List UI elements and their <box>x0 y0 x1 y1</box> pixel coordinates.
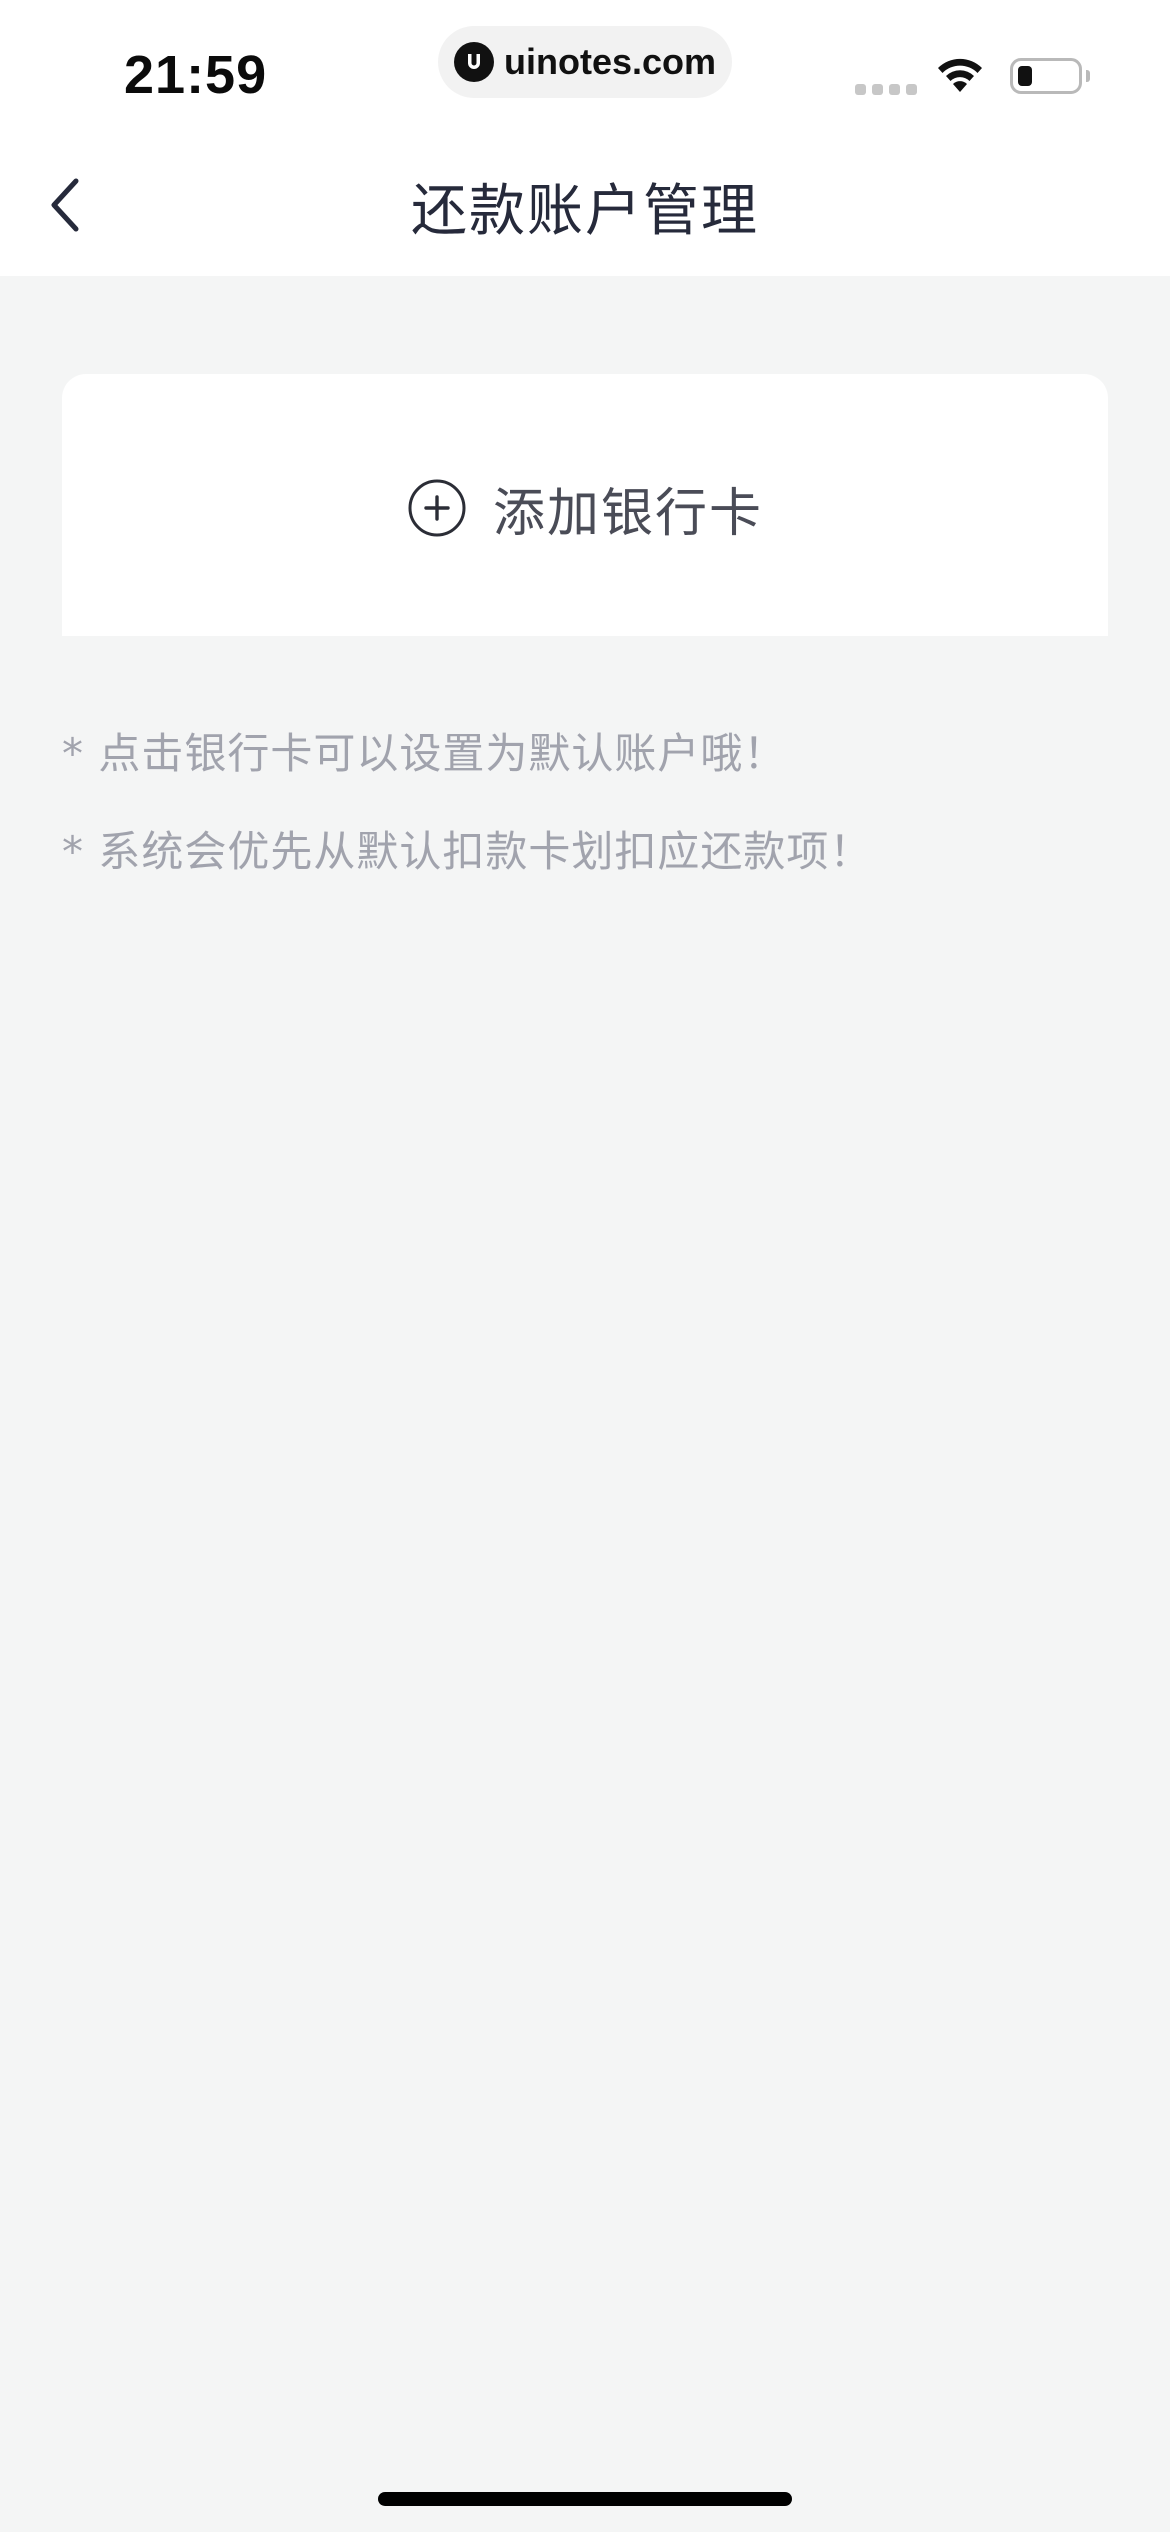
url-text: uinotes.com <box>503 41 717 82</box>
battery-nub <box>1086 70 1090 82</box>
page-title: 还款账户管理 <box>411 179 759 244</box>
signal-icon <box>855 84 917 95</box>
note-default-account: * 点击银行卡可以设置为默认账户哦！ <box>62 729 787 778</box>
home-indicator[interactable] <box>378 2492 792 2506</box>
site-logo-icon <box>453 42 494 82</box>
status-time: 21:59 <box>124 45 268 105</box>
plus-circle-icon <box>408 479 466 537</box>
battery-icon <box>1010 58 1082 94</box>
add-bank-card-label: 添加银行卡 <box>492 483 763 544</box>
wifi-icon <box>934 54 986 98</box>
note-deduction-priority: * 系统会优先从默认扣款卡划扣应还款项！ <box>62 827 873 876</box>
add-bank-card-button[interactable]: 添加银行卡 <box>62 374 1108 636</box>
url-pill[interactable]: uinotes.com <box>438 26 732 98</box>
